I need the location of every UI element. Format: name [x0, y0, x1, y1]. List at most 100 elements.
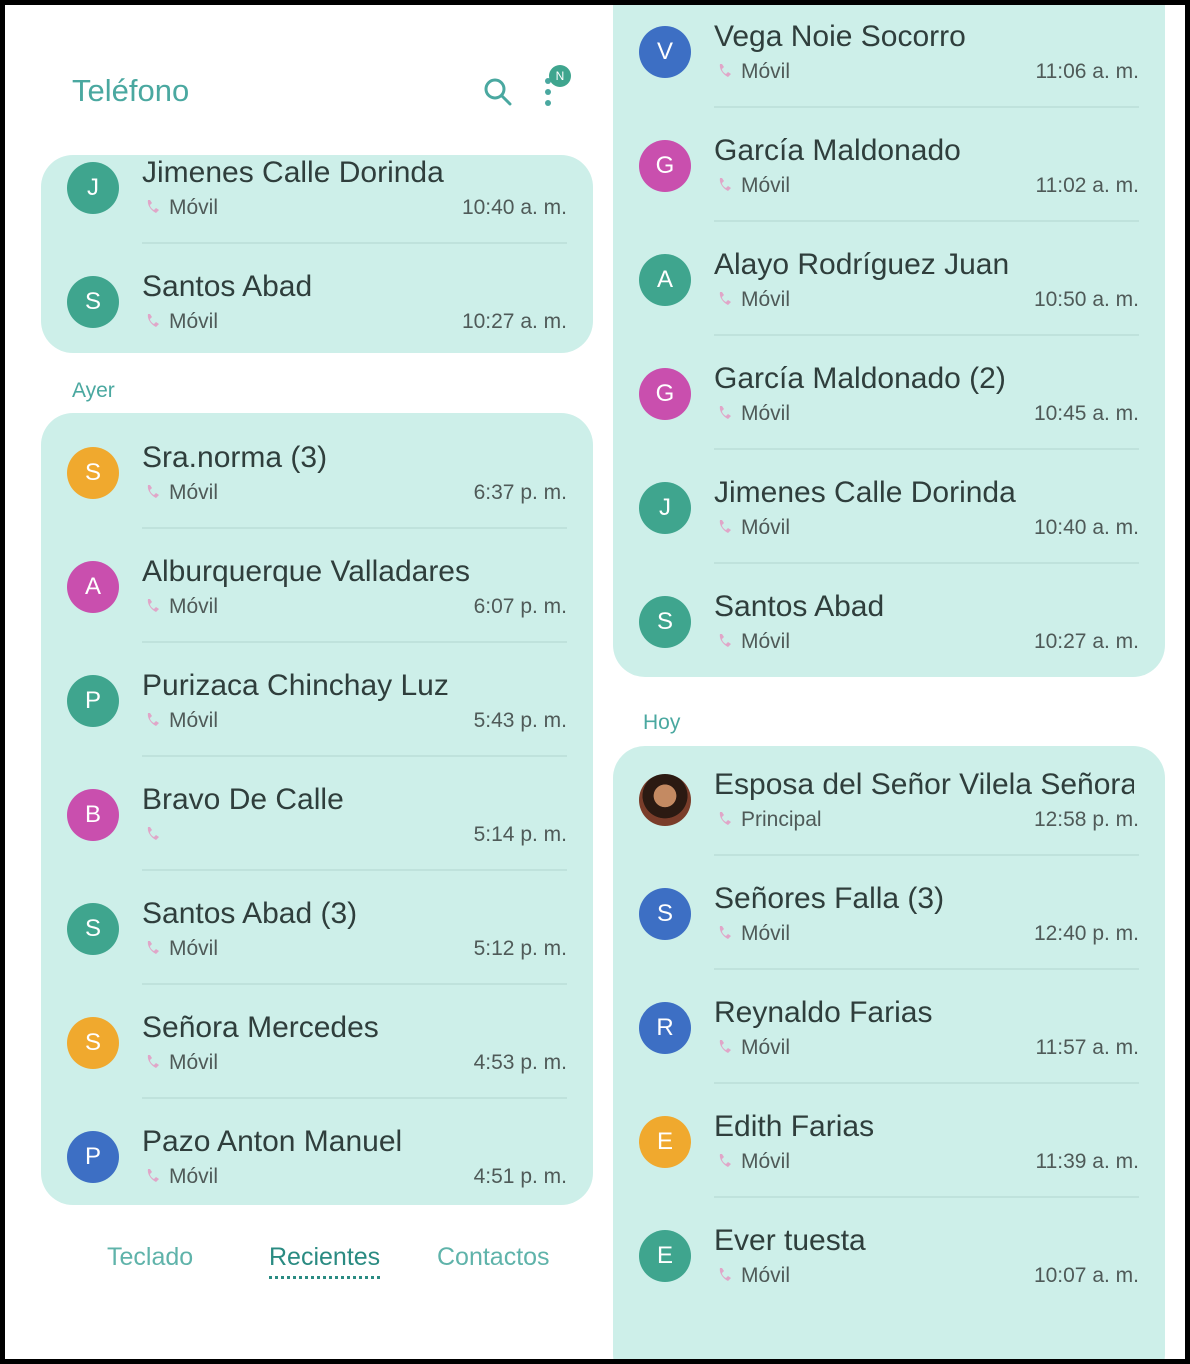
call-log-item[interactable]: G García Maldonado Móvil 11:02 a. m. — [613, 134, 1165, 250]
contact-avatar[interactable]: V — [639, 26, 691, 78]
contact-name: Jimenes Calle Dorinda — [142, 156, 444, 189]
notification-badge: N — [549, 65, 571, 87]
contact-avatar[interactable]: A — [639, 254, 691, 306]
contact-avatar[interactable]: E — [639, 1116, 691, 1168]
row-divider — [142, 983, 567, 985]
call-time: 6:07 p. m. — [473, 595, 567, 618]
contact-avatar[interactable]: S — [67, 276, 119, 328]
call-log-item[interactable]: S Santos Abad (3) Móvil 5:12 p. m. — [41, 897, 593, 1013]
call-number-type: Móvil — [741, 174, 791, 197]
contact-avatar[interactable]: P — [67, 1131, 119, 1183]
contact-avatar[interactable]: A — [67, 561, 119, 613]
incoming-call-icon — [147, 941, 159, 954]
incoming-call-icon — [719, 64, 731, 77]
contact-avatar[interactable]: S — [639, 888, 691, 940]
left-screen: Teléfono N J Jimenes Calle Dorinda Móvil 10… — [15, 5, 605, 1359]
contact-avatar[interactable]: G — [639, 368, 691, 420]
call-number-type: Móvil — [169, 196, 219, 219]
call-log-item[interactable]: P Pazo Anton Manuel Móvil 4:51 p. m. — [41, 1125, 593, 1205]
row-divider — [714, 968, 1139, 970]
call-log-item[interactable]: P Purizaca Chinchay Luz Móvil 5:43 p. m. — [41, 669, 593, 785]
contact-name: Purizaca Chinchay Luz — [142, 669, 449, 702]
call-log-item[interactable]: A Alburquerque Valladares Móvil 6:07 p. m. — [41, 555, 593, 671]
call-time: 10:40 a. m. — [1033, 516, 1139, 539]
row-divider — [142, 755, 567, 757]
contact-avatar[interactable]: J — [639, 482, 691, 534]
call-time: 4:51 p. m. — [473, 1165, 567, 1188]
app-title: Teléfono — [72, 73, 190, 108]
section-label-hoy: Hoy — [643, 711, 681, 734]
incoming-call-icon — [147, 599, 159, 612]
call-log-item[interactable]: J Jimenes Calle Dorinda Móvil 10:40 a. m. — [41, 156, 593, 272]
contact-avatar[interactable]: S — [67, 903, 119, 955]
row-divider — [714, 562, 1139, 564]
call-number-type: Móvil — [741, 922, 791, 945]
contact-avatar[interactable]: R — [639, 1002, 691, 1054]
call-time: 11:57 a. m. — [1035, 1036, 1139, 1059]
incoming-call-icon — [719, 926, 731, 939]
call-log-item[interactable]: J Jimenes Calle Dorinda Móvil 10:40 a. m. — [613, 476, 1165, 592]
call-number-type: Móvil — [169, 937, 219, 960]
call-log-item[interactable]: E Edith Farias Móvil 11:39 a. m. — [613, 1110, 1165, 1226]
contact-avatar[interactable]: J — [67, 162, 119, 214]
row-divider — [714, 1082, 1139, 1084]
section-label-ayer: Ayer — [72, 379, 115, 402]
call-log-item[interactable]: A Alayo Rodríguez Juan Móvil 10:50 a. m. — [613, 248, 1165, 364]
contact-photo[interactable] — [639, 774, 691, 826]
contact-avatar[interactable]: S — [67, 1017, 119, 1069]
contact-avatar[interactable]: E — [639, 1230, 691, 1282]
call-number-type: Móvil — [169, 310, 219, 333]
call-log-item[interactable]: S Sra.norma (3) Móvil 6:37 p. m. — [41, 441, 593, 557]
incoming-call-icon — [147, 485, 159, 498]
call-time: 5:43 p. m. — [473, 709, 567, 732]
contact-avatar[interactable]: S — [639, 596, 691, 648]
contact-avatar[interactable]: P — [67, 675, 119, 727]
contact-name: García Maldonado — [714, 134, 961, 167]
call-number-type: Móvil — [169, 595, 219, 618]
incoming-call-icon — [719, 634, 731, 647]
call-number-type: Móvil — [741, 60, 791, 83]
tab-recientes[interactable]: Recientes — [269, 1243, 381, 1279]
call-time: 10:40 a. m. — [461, 196, 567, 219]
incoming-call-icon — [719, 1040, 731, 1053]
incoming-call-icon — [147, 713, 159, 726]
contact-avatar[interactable]: S — [67, 447, 119, 499]
call-log-item[interactable]: S Señora Mercedes Móvil 4:53 p. m. — [41, 1011, 593, 1127]
recent-calls-card-previous: V Vega Noie Socorro Móvil 11:06 a. m. G Garcí… — [613, 5, 1165, 677]
incoming-call-icon — [147, 314, 159, 327]
call-number-type: Móvil — [169, 1051, 219, 1074]
call-log-item[interactable]: S Santos Abad Móvil 10:27 a. m. — [613, 590, 1165, 677]
call-log-item[interactable]: Esposa del Señor Vilela Señora F... Princ… — [613, 768, 1165, 884]
row-divider — [142, 242, 567, 244]
call-log-item[interactable]: S Señores Falla (3) Móvil 12:40 p. m. — [613, 882, 1165, 998]
call-number-type: Móvil — [741, 288, 791, 311]
call-log-item[interactable]: B Bravo De Calle 5:14 p. m. — [41, 783, 593, 899]
call-log-item[interactable]: R Reynaldo Farias Móvil 11:57 a. m. — [613, 996, 1165, 1112]
call-time: 11:06 a. m. — [1035, 60, 1139, 83]
call-time: 5:14 p. m. — [473, 823, 567, 846]
contact-name: Ever tuesta — [714, 1224, 866, 1257]
incoming-call-icon — [719, 178, 731, 191]
call-log-item[interactable]: V Vega Noie Socorro Móvil 11:06 a. m. — [613, 20, 1165, 136]
call-number-type: Móvil — [741, 516, 791, 539]
contact-avatar[interactable]: G — [639, 140, 691, 192]
row-divider — [142, 1097, 567, 1099]
contact-name: Jimenes Calle Dorinda — [714, 476, 1016, 509]
contact-name: Alayo Rodríguez Juan — [714, 248, 1010, 281]
incoming-call-icon — [719, 292, 731, 305]
call-number-type: Móvil — [741, 1036, 791, 1059]
row-divider — [714, 334, 1139, 336]
search-icon[interactable] — [483, 77, 513, 107]
row-divider — [714, 448, 1139, 450]
call-log-item[interactable]: E Ever tuesta Móvil 10:07 a. m. — [613, 1224, 1165, 1340]
tab-contactos[interactable]: Contactos — [437, 1243, 550, 1272]
call-log-item[interactable]: S Santos Abad Móvil 10:27 a. m. — [41, 270, 593, 353]
call-time: 11:39 a. m. — [1035, 1150, 1139, 1173]
contact-name: Esposa del Señor Vilela Señora F... — [714, 768, 1134, 801]
incoming-call-icon — [719, 1154, 731, 1167]
call-time: 10:27 a. m. — [461, 310, 567, 333]
tab-teclado[interactable]: Teclado — [107, 1243, 193, 1272]
incoming-call-icon — [719, 406, 731, 419]
contact-avatar[interactable]: B — [67, 789, 119, 841]
call-log-item[interactable]: G García Maldonado (2) Móvil 10:45 a. m. — [613, 362, 1165, 478]
